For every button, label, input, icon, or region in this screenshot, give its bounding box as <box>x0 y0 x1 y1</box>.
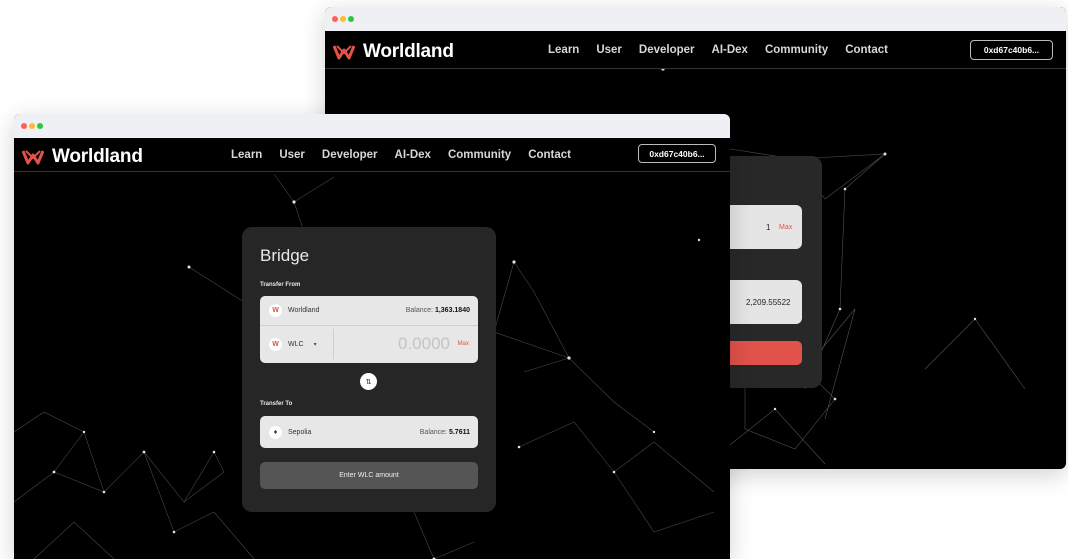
nav-link-community[interactable]: Community <box>448 149 511 161</box>
minimize-window-dot[interactable] <box>340 16 346 22</box>
worldland-icon: W <box>269 304 282 317</box>
nav-link-user[interactable]: User <box>279 149 305 161</box>
from-balance: Balance: 1,363.1840 <box>406 307 470 314</box>
balance-value-back: 2,209.55522 <box>746 298 791 307</box>
from-network-row[interactable]: W Worldland Balance: 1,363.1840 <box>260 296 478 325</box>
wallet-address-button[interactable]: 0xd67c40b6... <box>638 144 716 163</box>
nav-link-contact[interactable]: Contact <box>845 44 888 56</box>
window-titlebar <box>325 7 1066 31</box>
close-window-dot[interactable] <box>332 16 338 22</box>
main-nav: Learn User Developer AI-Dex Community Co… <box>231 149 588 161</box>
ethereum-icon: ♦ <box>269 425 282 439</box>
from-network-name: Worldland <box>288 307 320 314</box>
chevron-down-icon[interactable]: ▾ <box>314 341 317 348</box>
site-header: Worldland Learn User Developer AI-Dex Co… <box>325 31 1066 69</box>
to-balance-label: Balance: <box>419 428 448 436</box>
brand-name: Worldland <box>363 41 454 62</box>
token-select[interactable]: WLC <box>288 341 304 348</box>
close-window-dot[interactable] <box>21 123 27 129</box>
transfer-to-panel: ♦ Sepolia Balance: 5.7611 <box>260 416 478 448</box>
nav-link-learn[interactable]: Learn <box>231 149 262 161</box>
max-button-back[interactable]: Max <box>779 224 792 231</box>
bridge-title: Bridge <box>260 246 310 265</box>
worldland-logo-icon <box>333 45 355 60</box>
nav-link-user[interactable]: User <box>596 44 622 56</box>
window-titlebar <box>14 114 730 138</box>
brand-logo[interactable]: Worldland <box>333 41 454 63</box>
amount-value-back: 1 <box>766 223 771 232</box>
amount-input[interactable]: 0.0000 <box>398 334 450 354</box>
wlc-token-icon: W <box>269 337 282 351</box>
nav-link-developer[interactable]: Developer <box>639 44 695 56</box>
token-divider <box>333 329 334 359</box>
maximize-window-dot[interactable] <box>37 123 43 129</box>
swap-arrows-icon[interactable]: ⇅ <box>360 373 377 390</box>
transfer-from-label: Transfer From <box>260 282 301 288</box>
submit-button[interactable]: Enter WLC amount <box>260 462 478 489</box>
to-network-name: Sepolia <box>288 428 312 436</box>
site-header: Worldland Learn User Developer AI-Dex Co… <box>14 138 730 172</box>
to-balance: Balance: 5.7611 <box>420 429 470 436</box>
max-button[interactable]: Max <box>458 341 469 347</box>
nav-link-ai-dex[interactable]: AI-Dex <box>395 149 431 161</box>
main-nav: Learn User Developer AI-Dex Community Co… <box>548 44 905 56</box>
minimize-window-dot[interactable] <box>29 123 35 129</box>
nav-link-community[interactable]: Community <box>765 44 828 56</box>
bridge-card: Bridge Transfer From W Worldland Balance… <box>242 227 496 512</box>
nav-link-developer[interactable]: Developer <box>322 149 378 161</box>
transfer-to-label: Transfer To <box>260 401 293 407</box>
from-balance-value: 1,363.1840 <box>434 307 470 314</box>
maximize-window-dot[interactable] <box>348 16 354 22</box>
browser-window-front: Worldland Learn User Developer AI-Dex Co… <box>14 114 730 559</box>
screenshot-stage: Worldland Learn User Developer AI-Dex Co… <box>0 0 1068 559</box>
brand-logo[interactable]: Worldland <box>22 146 143 168</box>
brand-name: Worldland <box>52 146 143 167</box>
nav-link-contact[interactable]: Contact <box>528 149 571 161</box>
worldland-logo-icon <box>22 150 44 165</box>
to-network-row[interactable]: ♦ Sepolia Balance: 5.7611 <box>260 416 478 448</box>
token-amount-row: W WLC ▾ 0.0000 Max <box>260 325 478 363</box>
nav-link-learn[interactable]: Learn <box>548 44 579 56</box>
wallet-address-button[interactable]: 0xd67c40b6... <box>970 40 1053 60</box>
to-balance-value: 5.7611 <box>448 428 470 436</box>
transfer-from-panel: W Worldland Balance: 1,363.1840 W WLC ▾ … <box>260 296 478 363</box>
nav-link-ai-dex[interactable]: AI-Dex <box>712 44 748 56</box>
from-balance-label: Balance: <box>405 307 433 314</box>
